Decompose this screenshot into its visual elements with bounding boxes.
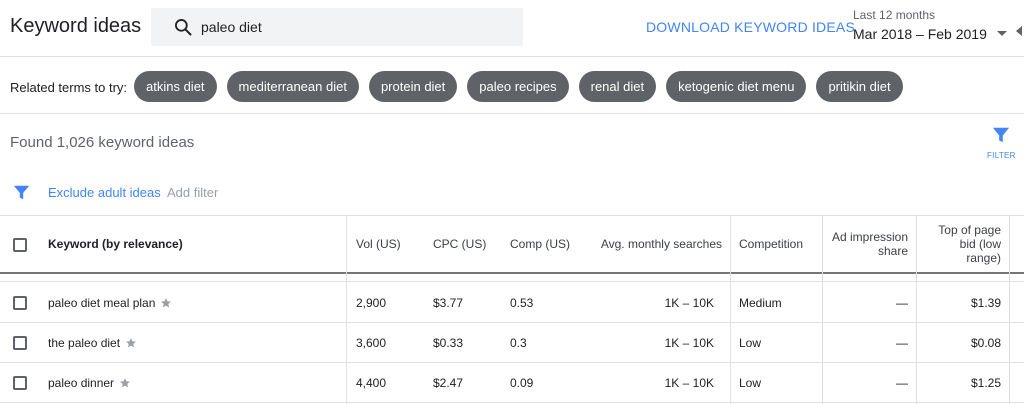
related-chip[interactable]: atkins diet [134,71,217,102]
related-chip[interactable]: ketogenic diet menu [666,71,807,102]
cpc-cell: $3.77 [433,296,464,310]
chevron-left-icon[interactable] [1016,26,1022,36]
top-of-page-bid-cell: $1.25 [970,376,1001,390]
date-range-selector[interactable]: Last 12 months Mar 2018 – Feb 2019 [853,8,1013,42]
page-header: Keyword ideas paleo diet DOWNLOAD KEYWOR… [0,0,1024,56]
ad-impression-share-cell: — [896,376,908,390]
related-chip[interactable]: renal diet [578,71,657,102]
table-row[interactable]: paleo dinner 4,400 $2.47 0.09 1K – 10K L… [0,363,1024,403]
competition-cell: Low [739,336,762,350]
keyword-text: paleo dinner [48,376,115,390]
filter-bar: Exclude adult ideas Add filter [0,170,1024,216]
row-checkbox[interactable] [13,336,27,350]
exclude-adult-ideas-filter[interactable]: Exclude adult ideas [48,185,161,200]
top-of-page-bid-cell: $1.39 [970,296,1001,310]
table-spacer [0,274,1024,282]
related-chip[interactable]: paleo recipes [467,71,569,102]
related-terms-label: Related terms to try: [10,80,128,95]
add-filter-button[interactable]: Add filter [167,185,218,200]
vol-cell: 3,600 [356,336,387,350]
related-chip[interactable]: pritikin diet [816,71,903,102]
page-title: Keyword ideas [10,15,142,37]
related-terms-chips: atkins diet mediterranean diet protein d… [134,71,903,102]
avg-monthly-searches-cell: 1K – 10K [664,376,714,390]
keyword-text: the paleo diet [48,336,121,350]
table-header: Keyword (by relevance) Vol (US) CPC (US)… [0,216,1024,274]
keyword-text: paleo diet meal plan [48,296,156,310]
column-header-avg-monthly-searches[interactable]: Avg. monthly searches [590,216,722,272]
filter-button-label: FILTER [987,151,1016,160]
dropdown-arrow-icon[interactable] [997,31,1007,36]
related-terms-bar: Related terms to try: atkins diet medite… [0,56,1024,114]
search-input[interactable]: paleo diet [151,8,523,46]
vol-cell: 2,900 [356,296,387,310]
column-header-competition[interactable]: Competition [739,216,819,272]
search-icon [175,19,192,36]
cpc-cell: $2.47 [433,376,464,390]
star-icon[interactable] [160,297,172,309]
comp-cell: 0.53 [510,296,534,310]
column-header-ad-impression-share[interactable]: Ad impression share [826,216,908,272]
column-header-vol[interactable]: Vol (US) [356,216,426,272]
keyword-cell: paleo dinner [48,363,338,403]
download-keyword-ideas-button[interactable]: DOWNLOAD KEYWORD IDEAS [646,19,855,35]
column-header-top-of-page-bid-low[interactable]: Top of page bid (low range) [924,216,1001,272]
keyword-cell: the paleo diet [48,323,338,363]
cpc-cell: $0.33 [433,336,464,350]
date-range-value[interactable]: Mar 2018 – Feb 2019 [853,26,1013,42]
top-of-page-bid-cell: $0.08 [970,336,1001,350]
filter-icon [992,127,1010,143]
table-row[interactable]: the paleo diet 3,600 $0.33 0.3 1K – 10K … [0,323,1024,363]
select-all-checkbox[interactable] [13,238,27,252]
related-chip[interactable]: protein diet [368,71,458,102]
table-row[interactable]: paleo diet meal plan 2,900 $3.77 0.53 1K… [0,283,1024,323]
keyword-table: Keyword (by relevance) Vol (US) CPC (US)… [0,216,1024,404]
vol-cell: 4,400 [356,376,387,390]
row-checkbox[interactable] [13,376,27,390]
comp-cell: 0.09 [510,376,534,390]
ad-impression-share-cell: — [896,296,908,310]
filter-button[interactable]: FILTER [984,126,1018,166]
related-chip[interactable]: mediterranean diet [226,71,359,102]
results-count: Found 1,026 keyword ideas [10,134,195,151]
competition-cell: Medium [739,296,782,310]
filter-icon [13,185,30,200]
star-icon[interactable] [125,337,137,349]
date-range-label: Last 12 months [853,8,936,22]
column-header-keyword[interactable]: Keyword (by relevance) [48,216,338,272]
search-value[interactable]: paleo diet [201,19,262,35]
row-checkbox[interactable] [13,296,27,310]
column-header-cpc[interactable]: CPC (US) [433,216,503,272]
competition-cell: Low [739,376,762,390]
star-icon[interactable] [119,377,131,389]
keyword-cell: paleo diet meal plan [48,283,338,323]
results-summary-bar: Found 1,026 keyword ideas FILTER [0,114,1024,170]
avg-monthly-searches-cell: 1K – 10K [664,336,714,350]
comp-cell: 0.3 [510,336,527,350]
ad-impression-share-cell: — [896,336,908,350]
avg-monthly-searches-cell: 1K – 10K [664,296,714,310]
column-header-comp[interactable]: Comp (US) [510,216,590,272]
